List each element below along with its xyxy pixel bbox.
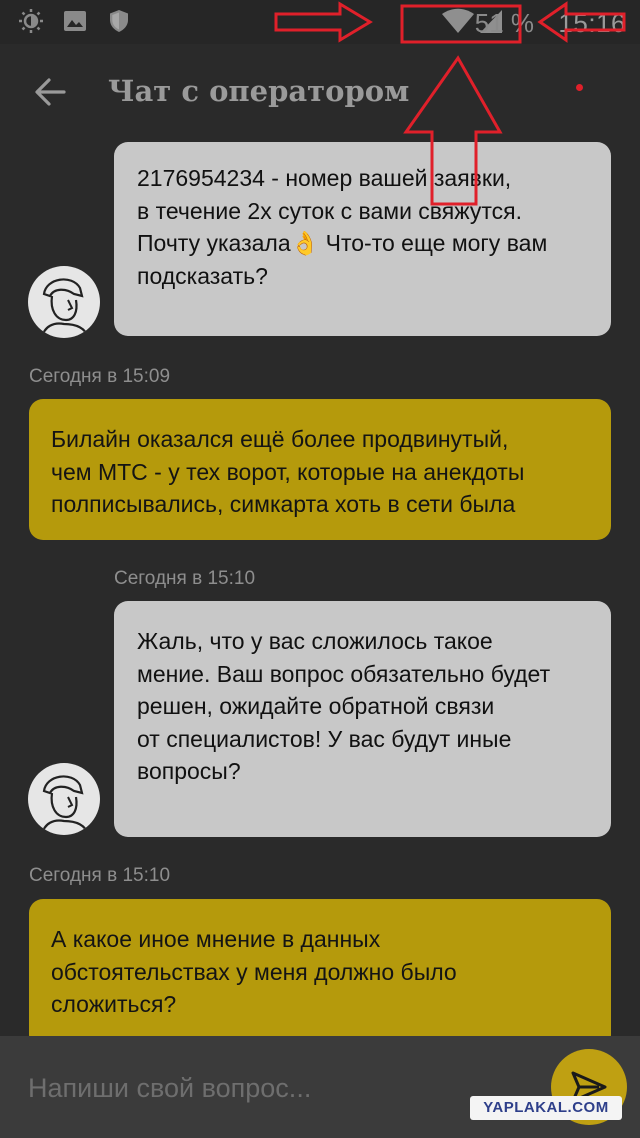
clock: 15:16 [558, 8, 626, 38]
message-line: полписывались, симкарта хоть в сети была [51, 491, 516, 517]
operator-avatar [28, 266, 100, 338]
message-input-bar [0, 1036, 640, 1138]
message-line: 2176954234 - номер вашей заявки, [137, 165, 512, 191]
message-input[interactable] [28, 1066, 508, 1110]
message-line: обстоятельствах у меня должно было [51, 958, 457, 985]
status-bar: 51 % 15:16 [0, 0, 640, 44]
notification-dot [576, 84, 583, 91]
message-line: мение. Ваш вопрос обязательно будет [137, 660, 551, 687]
message-line: в течение 2х суток с вами свяжутся. [137, 197, 522, 224]
brightness-icon [19, 9, 43, 33]
user-message: А какое иное мнение в данных обстоятельс… [29, 899, 611, 1049]
message-timestamp: Сегодня в 15:09 [29, 366, 171, 387]
message-line: А какое иное мнение в данных [51, 926, 381, 952]
operator-message: 2176954234 - номер вашей заявки, в течен… [114, 142, 611, 336]
message-timestamp: Сегодня в 15:10 [29, 865, 171, 886]
back-arrow-icon[interactable] [32, 74, 68, 110]
message-line: Жаль, что у вас сложилось такое [137, 628, 493, 654]
message-timestamp: Сегодня в 15:10 [114, 568, 256, 589]
battery-level: 51 % [474, 8, 534, 38]
operator-avatar [28, 763, 100, 835]
message-line: от специалистов! У вас будут иные [137, 725, 512, 752]
message-line: Билайн оказался ещё более продвинутый, [51, 426, 509, 452]
app-bar: Чат с оператором [0, 44, 640, 144]
wifi-icon [442, 8, 474, 33]
message-line: сложиться? [51, 991, 177, 1017]
message-line: чем МТС - у тех ворот, которые на анекдо… [51, 458, 525, 485]
user-message: Билайн оказался ещё более продвинутый, ч… [29, 399, 611, 540]
watermark: YAPLAKAL.COM [470, 1096, 622, 1120]
message-line: Почту указала👌 Что-то еще могу вам [137, 230, 548, 256]
shield-icon [110, 10, 128, 32]
page-title: Чат с оператором [108, 74, 410, 108]
operator-message: Жаль, что у вас сложилось такое мение. В… [114, 601, 611, 837]
message-line: вопросы? [137, 758, 241, 784]
message-line: подсказать? [137, 262, 268, 289]
image-icon [64, 11, 86, 31]
message-line: решен, ожидайте обратной связи [137, 693, 495, 719]
